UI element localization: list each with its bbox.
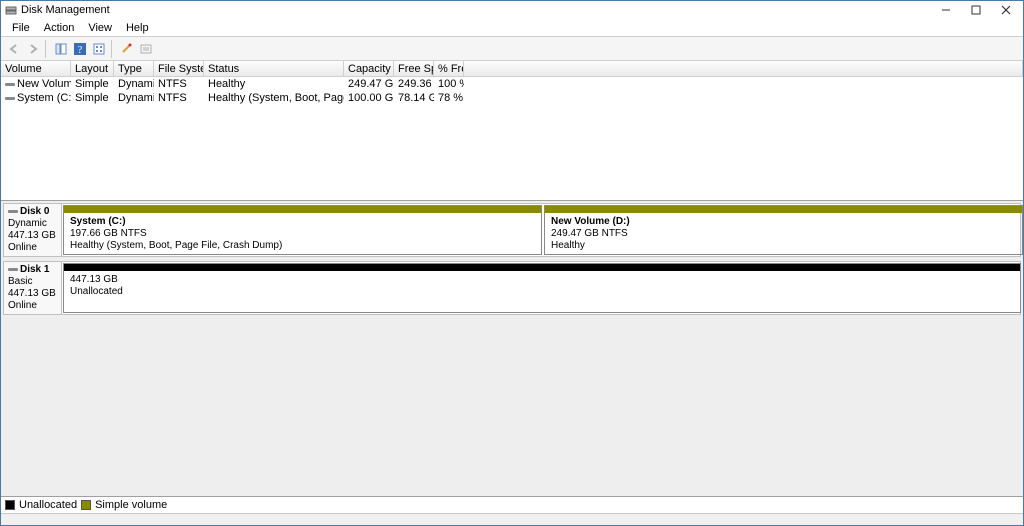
partition-size: 447.13 GB xyxy=(70,274,1014,286)
col-spacer xyxy=(464,61,1023,77)
vol-name: System (C:) xyxy=(1,91,71,105)
vol-layout: Simple xyxy=(71,77,114,91)
disk-icon xyxy=(5,83,15,86)
settings-button[interactable] xyxy=(118,40,136,58)
vol-free: 249.36 GB xyxy=(394,77,434,91)
col-type[interactable]: Type xyxy=(114,61,154,77)
disk-row[interactable]: Disk 0Dynamic447.13 GBOnlineSystem (C:)1… xyxy=(3,203,1021,257)
menu-file[interactable]: File xyxy=(5,19,37,37)
swatch-simple-volume xyxy=(81,500,91,510)
disk-info: Disk 0Dynamic447.13 GBOnline xyxy=(4,204,62,256)
menu-help[interactable]: Help xyxy=(119,19,156,37)
col-volume[interactable]: Volume xyxy=(1,61,71,77)
swatch-unallocated xyxy=(5,500,15,510)
window-title: Disk Management xyxy=(21,1,110,19)
app-icon xyxy=(5,4,17,16)
toolbar-separator xyxy=(111,40,115,58)
vol-fs: NTFS xyxy=(154,91,204,105)
volume-list-header[interactable]: Volume Layout Type File System Status Ca… xyxy=(1,61,1023,77)
vol-name: New Volume (D:) xyxy=(1,77,71,91)
vol-fs: NTFS xyxy=(154,77,204,91)
partition-label: New Volume (D:) xyxy=(551,216,1016,228)
col-filesystem[interactable]: File System xyxy=(154,61,204,77)
vol-type: Dynamic xyxy=(114,91,154,105)
toolbar-separator xyxy=(45,40,49,58)
col-freespace[interactable]: Free Spa... xyxy=(394,61,434,77)
svg-text:?: ? xyxy=(78,45,83,56)
vol-type: Dynamic xyxy=(114,77,154,91)
menu-action[interactable]: Action xyxy=(37,19,82,37)
menubar: File Action View Help xyxy=(1,19,1023,37)
volume-list[interactable]: Volume Layout Type File System Status Ca… xyxy=(1,61,1023,201)
disk-partitions: 447.13 GBUnallocated xyxy=(62,262,1020,314)
toolbar: ? xyxy=(1,37,1023,61)
help-button[interactable]: ? xyxy=(71,40,89,58)
partition-stripe xyxy=(545,206,1022,213)
col-layout[interactable]: Layout xyxy=(71,61,114,77)
disk-icon xyxy=(8,268,18,271)
partition[interactable]: System (C:)197.66 GB NTFSHealthy (System… xyxy=(63,205,542,255)
partition-label: System (C:) xyxy=(70,216,535,228)
statusbar xyxy=(1,513,1023,525)
show-hide-tree-button[interactable] xyxy=(52,40,70,58)
disk-icon xyxy=(5,97,15,100)
vol-capacity: 100.00 GB xyxy=(344,91,394,105)
partition[interactable]: 447.13 GBUnallocated xyxy=(63,263,1021,313)
titlebar: Disk Management xyxy=(1,1,1023,19)
partition-stripe xyxy=(64,264,1020,271)
volume-row[interactable]: New Volume (D:)SimpleDynamicNTFSHealthy2… xyxy=(1,77,1023,91)
refresh-button[interactable] xyxy=(90,40,108,58)
partition-status: Unallocated xyxy=(70,286,1014,298)
vol-free: 78.14 GB xyxy=(394,91,434,105)
close-button[interactable] xyxy=(991,1,1021,19)
maximize-button[interactable] xyxy=(961,1,991,19)
col-status[interactable]: Status xyxy=(204,61,344,77)
vol-status: Healthy xyxy=(204,77,344,91)
disk-info: Disk 1Basic447.13 GBOnline xyxy=(4,262,62,314)
partition-size: 249.47 GB NTFS xyxy=(551,228,1016,240)
partition-status: Healthy xyxy=(551,240,1016,252)
menu-view[interactable]: View xyxy=(81,19,119,37)
vol-status: Healthy (System, Boot, Page File, Crash … xyxy=(204,91,344,105)
vol-capacity: 249.47 GB xyxy=(344,77,394,91)
disk-icon xyxy=(8,210,18,213)
col-pctfree[interactable]: % Free xyxy=(434,61,464,77)
disk-graphical-view[interactable]: Disk 0Dynamic447.13 GBOnlineSystem (C:)1… xyxy=(1,201,1023,497)
forward-button[interactable] xyxy=(24,40,42,58)
volume-row[interactable]: System (C:)SimpleDynamicNTFSHealthy (Sys… xyxy=(1,91,1023,105)
partition-stripe xyxy=(64,206,541,213)
legend-simple-volume: Simple volume xyxy=(95,499,167,511)
vol-pctfree: 78 % xyxy=(434,91,464,105)
partition[interactable]: New Volume (D:)249.47 GB NTFSHealthy xyxy=(544,205,1023,255)
legend: Unallocated Simple volume xyxy=(1,497,1023,513)
col-capacity[interactable]: Capacity xyxy=(344,61,394,77)
vol-pctfree: 100 % xyxy=(434,77,464,91)
vol-layout: Simple xyxy=(71,91,114,105)
properties-button[interactable] xyxy=(137,40,155,58)
disk-row[interactable]: Disk 1Basic447.13 GBOnline447.13 GBUnall… xyxy=(3,261,1021,315)
back-button[interactable] xyxy=(5,40,23,58)
disk-partitions: System (C:)197.66 GB NTFSHealthy (System… xyxy=(62,204,1020,256)
partition-status: Healthy (System, Boot, Page File, Crash … xyxy=(70,240,535,252)
legend-unallocated: Unallocated xyxy=(19,499,77,511)
partition-size: 197.66 GB NTFS xyxy=(70,228,535,240)
minimize-button[interactable] xyxy=(931,1,961,19)
